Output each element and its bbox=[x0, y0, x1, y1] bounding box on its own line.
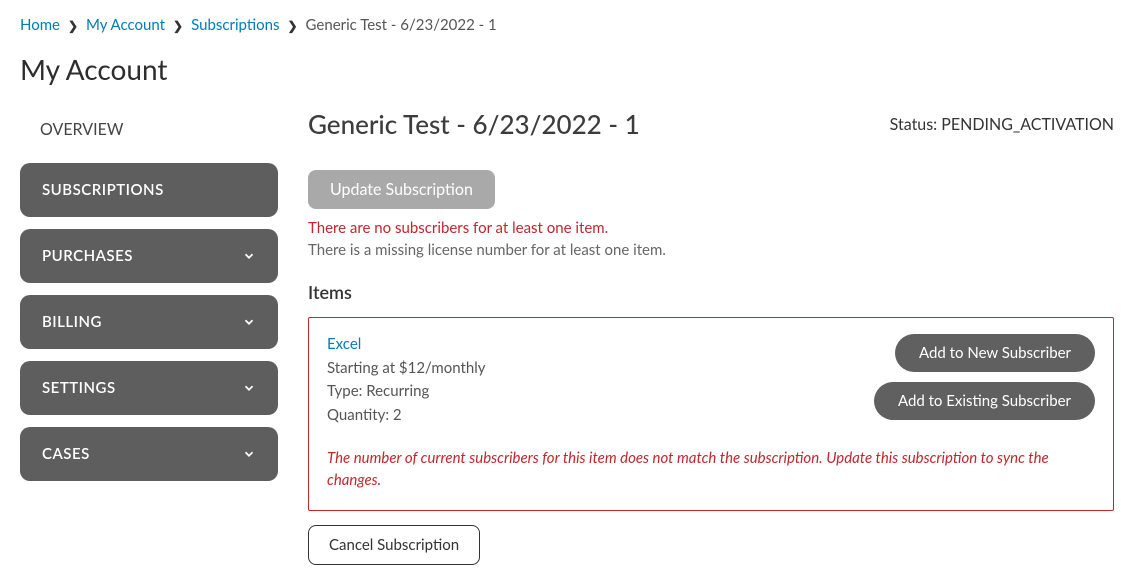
sidebar-item-cases[interactable]: CASES bbox=[20, 427, 278, 481]
sidebar-item-billing[interactable]: BILLING bbox=[20, 295, 278, 349]
subscription-header: Generic Test - 6/23/2022 - 1 Status: PEN… bbox=[308, 108, 1114, 140]
status-badge: Status: PENDING_ACTIVATION bbox=[890, 115, 1114, 134]
item-type: Type: Recurring bbox=[327, 380, 874, 403]
sidebar-item-label: BILLING bbox=[42, 313, 102, 331]
add-existing-subscriber-button[interactable]: Add to Existing Subscriber bbox=[874, 382, 1095, 420]
warning-no-subscribers: There are no subscribers for at least on… bbox=[308, 219, 1114, 237]
chevron-right-icon: ❯ bbox=[287, 18, 297, 33]
item-sync-warning: The number of current subscribers for th… bbox=[327, 447, 1095, 492]
chevron-down-icon bbox=[242, 315, 256, 329]
update-subscription-button[interactable]: Update Subscription bbox=[308, 170, 495, 209]
chevron-down-icon bbox=[242, 249, 256, 263]
cancel-subscription-button[interactable]: Cancel Subscription bbox=[308, 525, 480, 565]
item-row: Excel Starting at $12/monthly Type: Recu… bbox=[327, 334, 1095, 427]
sidebar-item-label: SUBSCRIPTIONS bbox=[42, 181, 164, 199]
status-label: Status: bbox=[890, 115, 942, 134]
chevron-down-icon bbox=[242, 381, 256, 395]
warning-missing-license: There is a missing license number for at… bbox=[308, 241, 1114, 259]
sidebar-overview[interactable]: OVERVIEW bbox=[20, 108, 278, 163]
breadcrumb-subscriptions[interactable]: Subscriptions bbox=[191, 16, 279, 34]
item-name-link[interactable]: Excel bbox=[327, 335, 361, 353]
sidebar-item-label: SETTINGS bbox=[42, 379, 116, 397]
chevron-right-icon: ❯ bbox=[68, 18, 78, 33]
breadcrumb-home[interactable]: Home bbox=[20, 16, 60, 34]
chevron-down-icon bbox=[242, 447, 256, 461]
chevron-right-icon: ❯ bbox=[173, 18, 183, 33]
subscription-title: Generic Test - 6/23/2022 - 1 bbox=[308, 108, 640, 140]
items-panel: Excel Starting at $12/monthly Type: Recu… bbox=[308, 317, 1114, 511]
sidebar-item-purchases[interactable]: PURCHASES bbox=[20, 229, 278, 283]
sidebar-item-label: PURCHASES bbox=[42, 247, 133, 265]
sidebar: OVERVIEW SUBSCRIPTIONS PURCHASES BILLING… bbox=[20, 108, 278, 565]
breadcrumb-current: Generic Test - 6/23/2022 - 1 bbox=[306, 16, 497, 34]
breadcrumb: Home ❯ My Account ❯ Subscriptions ❯ Gene… bbox=[20, 12, 1114, 34]
sidebar-item-label: CASES bbox=[42, 445, 90, 463]
items-header: Items bbox=[308, 281, 1114, 303]
page-title: My Account bbox=[20, 52, 1114, 86]
add-new-subscriber-button[interactable]: Add to New Subscriber bbox=[895, 334, 1095, 372]
item-info: Excel Starting at $12/monthly Type: Recu… bbox=[327, 334, 874, 427]
item-actions: Add to New Subscriber Add to Existing Su… bbox=[874, 334, 1095, 427]
sidebar-item-settings[interactable]: SETTINGS bbox=[20, 361, 278, 415]
item-quantity: Quantity: 2 bbox=[327, 404, 874, 427]
breadcrumb-my-account[interactable]: My Account bbox=[86, 16, 165, 34]
status-value: PENDING_ACTIVATION bbox=[941, 115, 1114, 134]
sidebar-item-subscriptions[interactable]: SUBSCRIPTIONS bbox=[20, 163, 278, 217]
main-content: Generic Test - 6/23/2022 - 1 Status: PEN… bbox=[308, 108, 1114, 565]
item-price: Starting at $12/monthly bbox=[327, 357, 874, 380]
